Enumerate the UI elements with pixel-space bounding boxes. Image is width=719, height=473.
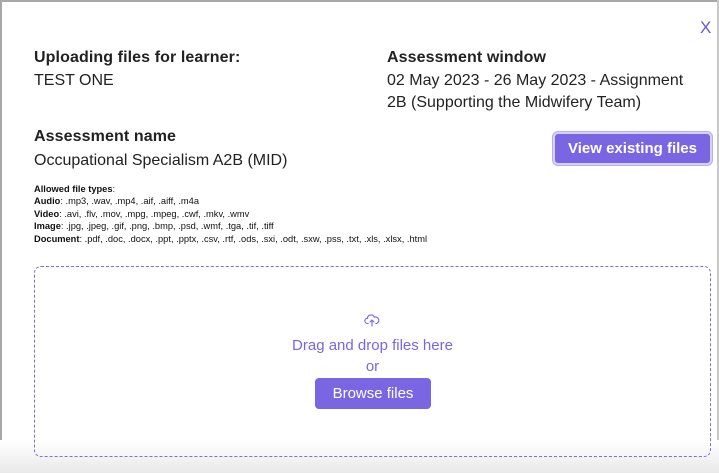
view-existing-files-button[interactable]: View existing files — [553, 132, 712, 165]
learner-name: TEST ONE — [34, 72, 114, 89]
or-text: or — [365, 358, 380, 375]
assessment-name-value: Occupational Specialism A2B (MID) — [34, 152, 288, 169]
dialog-border-top — [0, 0, 719, 2]
video-types: : .avi, .flv, .mov, .mpg, .mpeg, .cwf, .… — [59, 208, 250, 219]
upload-dialog: X Uploading files for learner: TEST ONE … — [0, 0, 719, 473]
audio-types-row: Audio: .mp3, .wav, .mp4, .aif, .aiff, .m… — [34, 195, 427, 207]
assessment-window-line2: 2B (Supporting the Midwifery Team) — [387, 94, 642, 111]
assessment-window-label: Assessment window — [387, 49, 547, 66]
image-label: Image — [34, 221, 61, 232]
video-label: Video — [34, 208, 60, 219]
image-types: : .jpg, .jpeg, .gif, .png, .bmp, .psd, .… — [60, 221, 274, 232]
assessment-name-label: Assessment name — [34, 128, 177, 145]
assessment-window-line1: 02 May 2023 - 26 May 2023 - Assignment — [387, 72, 684, 89]
image-types-row: Image: .jpg, .jpeg, .gif, .png, .bmp, .p… — [34, 220, 427, 232]
learner-label: Uploading files for learner: — [34, 49, 241, 66]
video-types-row: Video: .avi, .flv, .mov, .mpg, .mpeg, .c… — [34, 208, 427, 220]
file-types-title: Allowed file types — [34, 184, 113, 194]
cloud-upload-icon — [364, 314, 380, 327]
browse-files-button[interactable]: Browse files — [315, 378, 431, 409]
document-label: Document — [34, 233, 80, 244]
document-types-row: Document: .pdf, .doc, .docx, .ppt, .pptx… — [34, 233, 427, 245]
close-button[interactable]: X — [700, 18, 711, 38]
dialog-border-left — [0, 0, 2, 473]
audio-types: : .mp3, .wav, .mp4, .aif, .aiff, .m4a — [60, 196, 199, 207]
file-types-title-row: Allowed file types: — [34, 184, 116, 194]
drag-drop-text: Drag and drop files here — [292, 337, 453, 354]
audio-label: Audio — [34, 196, 61, 207]
allowed-file-types: Allowed file types: Audio: .mp3, .wav, .… — [34, 183, 427, 245]
document-types: : .pdf, .doc, .docx, .ppt, .pptx, .csv, … — [79, 233, 428, 244]
